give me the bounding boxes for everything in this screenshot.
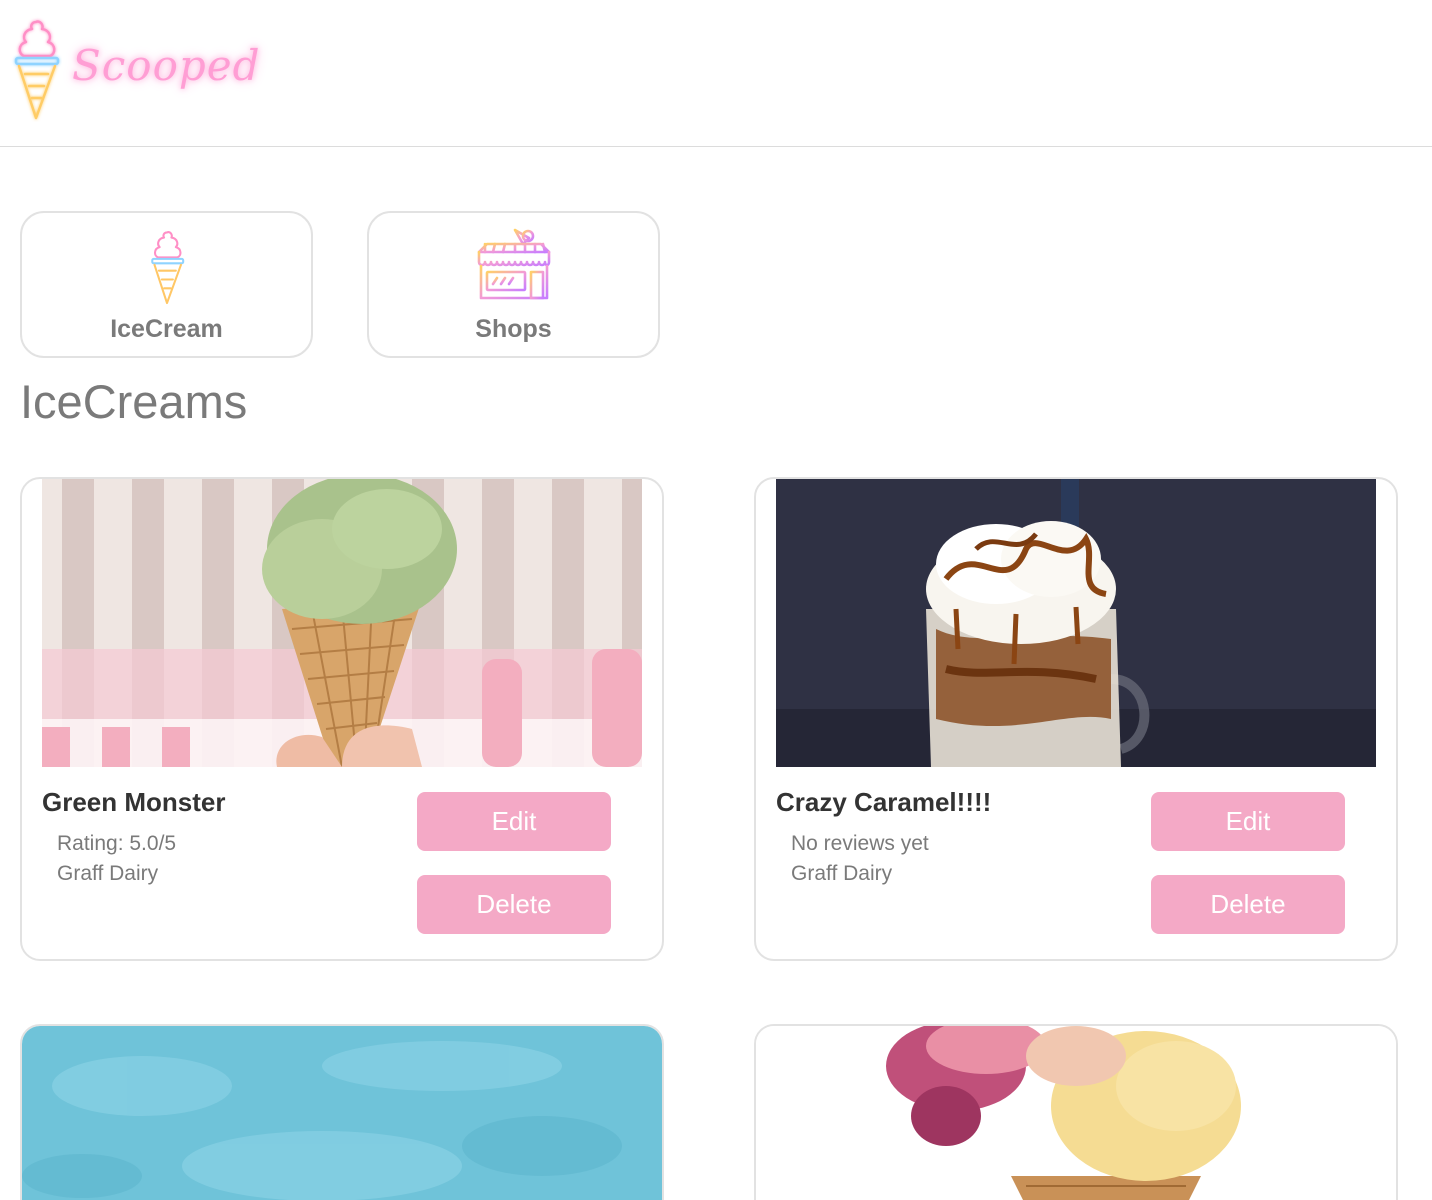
- nav-card-shops[interactable]: Shops: [367, 211, 660, 358]
- icecream-image[interactable]: [22, 1026, 662, 1200]
- ice-cream-cone-icon: [150, 231, 184, 305]
- icecream-image[interactable]: [776, 479, 1376, 767]
- icecream-card: Green Monster Rating: 5.0/5 Graff Dairy …: [20, 477, 664, 961]
- logo[interactable]: Scooped: [10, 16, 261, 122]
- nav-card-icecream[interactable]: IceCream: [20, 211, 313, 358]
- logo-text: Scooped: [72, 40, 261, 90]
- nav-label-icecream: IceCream: [110, 315, 223, 343]
- delete-button[interactable]: Delete: [1151, 875, 1345, 934]
- ice-cream-cone-icon: [14, 20, 60, 120]
- icecream-card: [754, 1024, 1398, 1200]
- icecream-rating: No reviews yet: [791, 832, 929, 855]
- section-title: IceCreams: [20, 375, 248, 428]
- shop-storefront-icon: [475, 228, 552, 304]
- app-header: Scooped: [0, 0, 1432, 147]
- edit-button[interactable]: Edit: [417, 792, 611, 851]
- icecream-shop: Graff Dairy: [57, 862, 159, 885]
- delete-button[interactable]: Delete: [417, 875, 611, 934]
- icecream-rating: Rating: 5.0/5: [57, 832, 177, 855]
- icecream-image[interactable]: [756, 1026, 1396, 1200]
- icecream-image[interactable]: [42, 479, 642, 767]
- icecream-shop: Graff Dairy: [791, 862, 893, 885]
- icecream-name: Crazy Caramel!!!!: [776, 787, 992, 817]
- nav-label-shops: Shops: [475, 315, 552, 343]
- icecream-card: Crazy Caramel!!!! No reviews yet Graff D…: [754, 477, 1398, 961]
- icecream-name: Green Monster: [42, 787, 226, 817]
- edit-button[interactable]: Edit: [1151, 792, 1345, 851]
- icecream-card: [20, 1024, 664, 1200]
